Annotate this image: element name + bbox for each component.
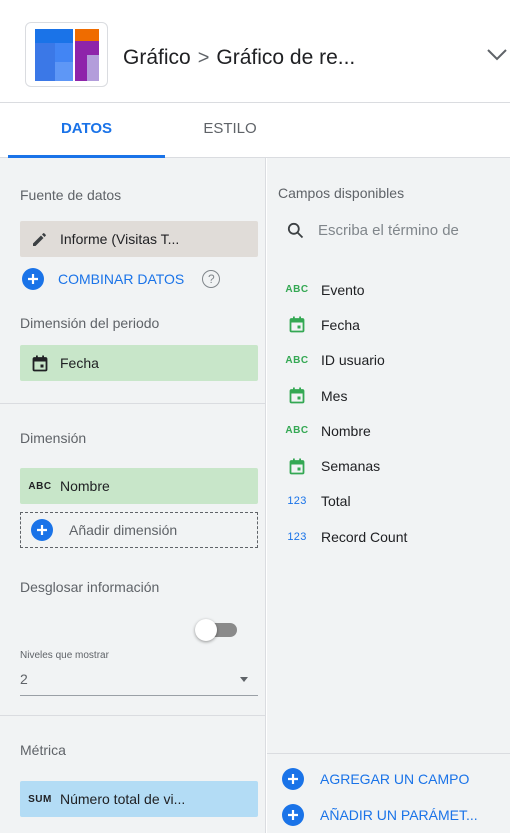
toggle-knob [195,619,217,641]
add-parameter-label: AÑADIR UN PARÁMET... [320,807,478,823]
tab-estilo[interactable]: ESTILO [165,103,295,158]
dimension-chip[interactable]: ABC Nombre [20,468,258,504]
metric-value: Número total de vi... [60,791,186,807]
levels-value: 2 [20,671,28,687]
field-item-semanas[interactable]: Semanas [282,448,510,483]
section-divider [0,403,265,404]
field-item-id-usuario[interactable]: ABC ID usuario [282,343,510,378]
field-list: ABC Evento Fecha ABC ID usuario Mes ABC … [282,272,510,554]
data-source-label: Fuente de datos [20,187,122,203]
breadcrumb-root[interactable]: Gráfico [123,46,191,69]
field-name: Fecha [321,316,360,333]
field-item-evento[interactable]: ABC Evento [282,272,510,307]
add-circle-icon [31,519,53,541]
period-dimension-chip[interactable]: Fecha [20,345,258,381]
field-name: Mes [321,387,348,404]
field-item-fecha[interactable]: Fecha [282,307,510,342]
search-placeholder: Escriba el término de [318,222,459,239]
available-fields-label: Campos disponibles [278,185,405,201]
data-source-chip[interactable]: Informe (Visitas T... [20,221,258,257]
data-config-panel: Fuente de datos Informe (Visitas T... CO… [0,158,266,833]
levels-select[interactable]: 2 [20,662,258,696]
calendar-icon [20,355,60,372]
field-item-total[interactable]: 123 Total [282,484,510,519]
calendar-icon [282,458,312,475]
field-name: Nombre [321,422,371,439]
search-icon [287,222,304,239]
table-chart-icon[interactable] [25,22,108,87]
drill-down-label: Desglosar información [20,579,160,595]
tab-datos[interactable]: DATOS [8,103,165,158]
levels-label: Niveles que mostrar [20,650,109,661]
section-divider [267,753,510,754]
field-name: Semanas [321,458,381,475]
field-item-mes[interactable]: Mes [282,378,510,413]
tab-bar: DATOS ESTILO [0,103,510,158]
add-field-label: AGREGAR UN CAMPO [320,771,470,787]
breadcrumb-separator: > [197,47,210,69]
text-type-icon: ABC [285,354,309,366]
breadcrumb: Gráfico > Gráfico de re... [123,46,355,70]
add-circle-icon [282,804,304,826]
header: Gráfico > Gráfico de re... [0,0,510,103]
available-fields-panel: Campos disponibles Escriba el término de… [267,158,510,833]
number-type-icon: 123 [287,495,307,508]
calendar-icon [282,316,312,333]
calendar-icon [282,387,312,404]
field-name: ID usuario [321,352,385,369]
sum-aggregation-icon[interactable]: SUM [20,794,60,805]
field-search-input[interactable]: Escriba el término de [287,222,510,239]
metric-label: Métrica [20,742,66,758]
metric-chip[interactable]: SUM Número total de vi... [20,781,258,817]
number-type-icon: 123 [287,530,307,543]
combine-data-button[interactable]: COMBINAR DATOS ? [22,268,221,290]
add-dimension-button[interactable]: Añadir dimensión [20,512,258,548]
add-circle-icon [282,768,304,790]
pencil-icon[interactable] [20,230,60,248]
breadcrumb-current: Gráfico de re... [216,46,356,69]
field-name: Total [321,493,351,510]
field-name: Evento [321,281,365,298]
combine-data-label: COMBINAR DATOS [58,271,185,287]
text-type-icon: ABC [285,284,309,296]
add-parameter-button[interactable]: AÑADIR UN PARÁMET... [282,804,478,826]
add-field-button[interactable]: AGREGAR UN CAMPO [282,768,469,790]
dimension-value: Nombre [60,478,110,494]
period-dimension-label: Dimensión del periodo [20,315,160,331]
text-type-icon: ABC [28,480,52,492]
add-circle-icon [22,268,44,290]
period-dimension-value: Fecha [60,355,99,371]
field-name: Record Count [321,528,408,545]
dimension-label: Dimensión [20,430,87,446]
add-dimension-label: Añadir dimensión [69,522,178,538]
section-divider [0,715,265,716]
data-source-value: Informe (Visitas T... [60,231,180,247]
chevron-down-icon[interactable] [486,48,508,62]
text-type-icon: ABC [285,425,309,437]
field-item-record-count[interactable]: 123 Record Count [282,519,510,554]
help-icon[interactable]: ? [202,270,221,288]
caret-down-icon [240,677,248,682]
field-item-nombre[interactable]: ABC Nombre [282,413,510,448]
drill-down-toggle[interactable] [195,618,239,641]
